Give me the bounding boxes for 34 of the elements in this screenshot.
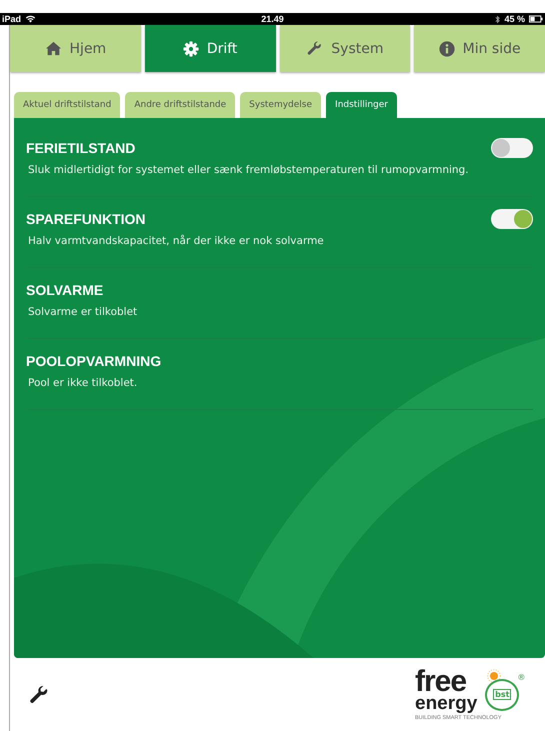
wifi-icon	[25, 15, 36, 23]
nav-tab[interactable]: Min side	[414, 25, 545, 72]
sub-tab[interactable]: Systemydelse	[240, 92, 322, 118]
wrench-icon[interactable]	[28, 684, 50, 706]
sub-tab[interactable]: Aktuel driftstilstand	[14, 92, 120, 118]
nav-tab[interactable]: Hjem	[10, 25, 141, 72]
setting-description: Solvarme er tilkoblet	[28, 306, 138, 318]
toggle-switch[interactable]	[491, 138, 533, 158]
battery-icon	[529, 15, 543, 23]
sun-icon	[487, 668, 502, 682]
sub-tab[interactable]: Andre driftstilstande	[125, 92, 236, 118]
info-icon	[438, 40, 455, 56]
toggle-switch[interactable]	[491, 209, 533, 229]
clock-time: 21.49	[261, 14, 284, 24]
gear-icon	[182, 40, 199, 56]
battery-percent: 45 %	[504, 14, 525, 24]
logo-word: free	[415, 668, 468, 696]
home-icon	[44, 41, 62, 56]
house-badge: bst	[485, 678, 520, 710]
setting-description: Sluk midlertidigt for systemet eller sænk fremløbstemperaturen til rumopvarmning.	[28, 164, 470, 176]
setting-title: FERIETILSTAND	[26, 140, 136, 156]
registered-mark: ®	[517, 672, 526, 682]
nav-tab[interactable]: System	[280, 25, 410, 72]
setting-title: SPAREFUNKTION	[26, 211, 146, 227]
bluetooth-icon	[495, 14, 500, 24]
setting-description: Halv varmtvandskapacitet, når der ikke er nok solvarme	[28, 235, 325, 247]
sub-tab[interactable]: Indstillinger	[326, 92, 397, 118]
setting-description: Pool er ikke tilkoblet.	[28, 377, 138, 389]
wrench-icon	[306, 40, 324, 57]
nav-tab[interactable]: Drift	[144, 25, 276, 72]
setting-title: SOLVARME	[26, 282, 104, 298]
device-name: iPad	[2, 14, 22, 24]
setting-title: POOLOPVARMNING	[26, 353, 162, 369]
logo-word: energy	[415, 695, 478, 713]
